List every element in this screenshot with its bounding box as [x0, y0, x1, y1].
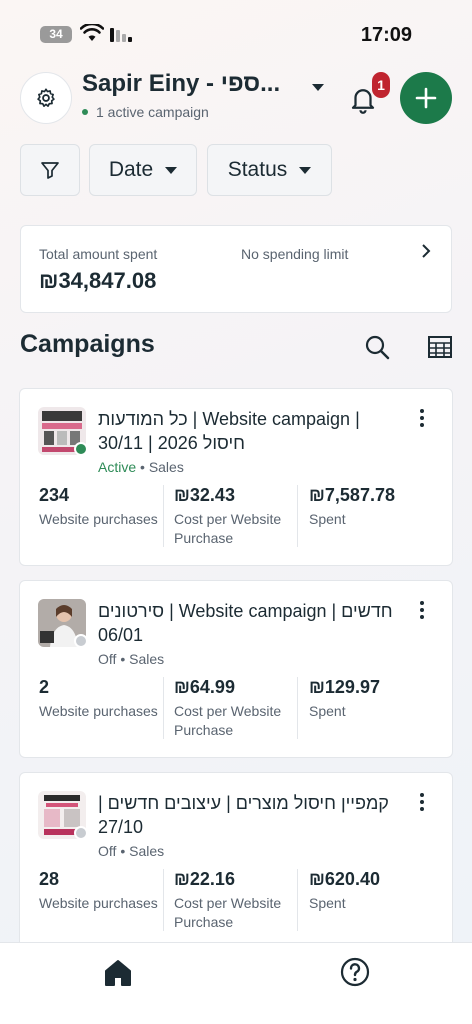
active-campaign-status: 1 active campaign	[82, 104, 209, 120]
active-campaign-count: 1 active campaign	[96, 104, 209, 120]
cellular-signal-icon	[110, 28, 132, 42]
metric-divider	[297, 677, 298, 739]
metric-spent: ₪620.40 Spent	[309, 869, 434, 913]
metric-divider	[297, 485, 298, 547]
meta-separator: •	[120, 843, 130, 859]
metric-label: Cost per Website Purchase	[174, 703, 282, 738]
metric-divider	[297, 869, 298, 931]
metric-label: Cost per Website Purchase	[174, 511, 282, 546]
metric-results: 28 Website purchases	[39, 869, 159, 913]
total-spend-card[interactable]: Total amount spent No spending limit ₪34…	[20, 225, 452, 313]
metric-label: Spent	[309, 895, 346, 911]
metric-label: Cost per Website Purchase	[174, 895, 282, 930]
status-filter-label: Status	[227, 158, 288, 181]
filter-icon	[41, 162, 59, 179]
metric-value: 2	[39, 677, 50, 697]
clock: 17:09	[360, 24, 412, 46]
metric-value: ₪32.43	[174, 485, 235, 505]
metric-cost-per-result: ₪64.99 Cost per Website Purchase	[174, 677, 299, 740]
total-spend-amount: ₪34,847.08	[39, 268, 157, 293]
date-filter-button[interactable]: Date	[89, 144, 197, 196]
metric-divider	[163, 677, 164, 739]
metric-value: ₪620.40	[309, 869, 380, 889]
campaign-objective: Sales	[129, 651, 165, 667]
metric-value: ₪7,587.78	[309, 485, 395, 505]
meta-separator: •	[140, 459, 149, 475]
metric-label: Website purchases	[39, 895, 158, 911]
home-icon[interactable]	[102, 957, 134, 989]
campaign-objective: Sales	[129, 843, 165, 859]
chevron-down-icon[interactable]	[312, 84, 324, 92]
account-name[interactable]: Sapir Einy - ספי...	[82, 70, 280, 98]
status-filter-button[interactable]: Status	[207, 144, 332, 196]
metric-value: 234	[39, 485, 70, 505]
campaign-title: קמפיין חיסול מוצרים | עיצובים חדשים | 27…	[98, 793, 389, 837]
battery-icon: 34	[40, 26, 72, 43]
metric-divider	[163, 485, 164, 547]
metric-label: Spent	[309, 511, 346, 527]
meta-separator: •	[120, 651, 130, 667]
notification-badge: 1	[372, 72, 390, 98]
filter-button[interactable]	[20, 144, 80, 196]
more-options-icon[interactable]	[420, 409, 426, 430]
caret-down-icon	[299, 166, 312, 174]
metric-divider	[163, 869, 164, 931]
campaign-objective: Sales	[148, 459, 184, 475]
wifi-icon	[80, 24, 104, 41]
spending-limit-text: No spending limit	[241, 246, 349, 262]
status-bar: 34 17:09	[0, 0, 472, 64]
campaign-meta: Off • Sales	[98, 843, 164, 859]
bottom-nav	[0, 942, 472, 1024]
campaign-title: כל המודעות | Website campaign | חיסול 20…	[98, 409, 360, 453]
caret-down-icon	[165, 166, 178, 174]
campaign-card[interactable]: כל המודעות | Website campaign | חיסול 20…	[19, 388, 453, 566]
metric-spent: ₪129.97 Spent	[309, 677, 434, 721]
metric-results: 234 Website purchases	[39, 485, 159, 529]
plus-icon	[415, 87, 437, 109]
table-icon[interactable]	[428, 336, 452, 358]
metric-value: ₪64.99	[174, 677, 235, 697]
campaign-title: סירטונים | Website campaign | חדשים 06/0…	[98, 601, 393, 645]
campaign-state: Off	[98, 843, 117, 859]
chevron-right-icon	[422, 244, 431, 258]
metric-value: 28	[39, 869, 60, 889]
gear-icon	[37, 88, 55, 107]
settings-button[interactable]	[20, 72, 72, 124]
metric-value: ₪129.97	[309, 677, 380, 697]
metric-label: Website purchases	[39, 511, 158, 527]
campaigns-heading: Campaigns	[20, 330, 155, 358]
total-spend-label: Total amount spent	[39, 246, 158, 262]
campaign-card[interactable]: סירטונים | Website campaign | חדשים 06/0…	[19, 580, 453, 758]
campaign-meta: Off • Sales	[98, 651, 164, 667]
status-dot-off	[74, 826, 88, 840]
metric-label: Spent	[309, 703, 346, 719]
campaign-meta: Active • Sales	[98, 459, 184, 475]
status-dot-active	[74, 442, 88, 456]
metric-cost-per-result: ₪22.16 Cost per Website Purchase	[174, 869, 299, 932]
more-options-icon[interactable]	[420, 601, 426, 622]
more-options-icon[interactable]	[420, 793, 426, 814]
campaign-card[interactable]: קמפיין חיסול מוצרים | עיצובים חדשים | 27…	[19, 772, 453, 950]
campaign-state: Off	[98, 651, 117, 667]
create-campaign-button[interactable]	[400, 72, 452, 124]
metric-results: 2 Website purchases	[39, 677, 159, 721]
campaign-state: Active	[98, 459, 137, 475]
date-filter-label: Date	[108, 158, 154, 181]
metric-cost-per-result: ₪32.43 Cost per Website Purchase	[174, 485, 299, 548]
help-icon[interactable]	[340, 957, 370, 987]
search-icon[interactable]	[364, 334, 390, 360]
metric-label: Website purchases	[39, 703, 158, 719]
status-dot-off	[74, 634, 88, 648]
active-dot	[82, 109, 88, 115]
metric-spent: ₪7,587.78 Spent	[309, 485, 434, 529]
metric-value: ₪22.16	[174, 869, 235, 889]
